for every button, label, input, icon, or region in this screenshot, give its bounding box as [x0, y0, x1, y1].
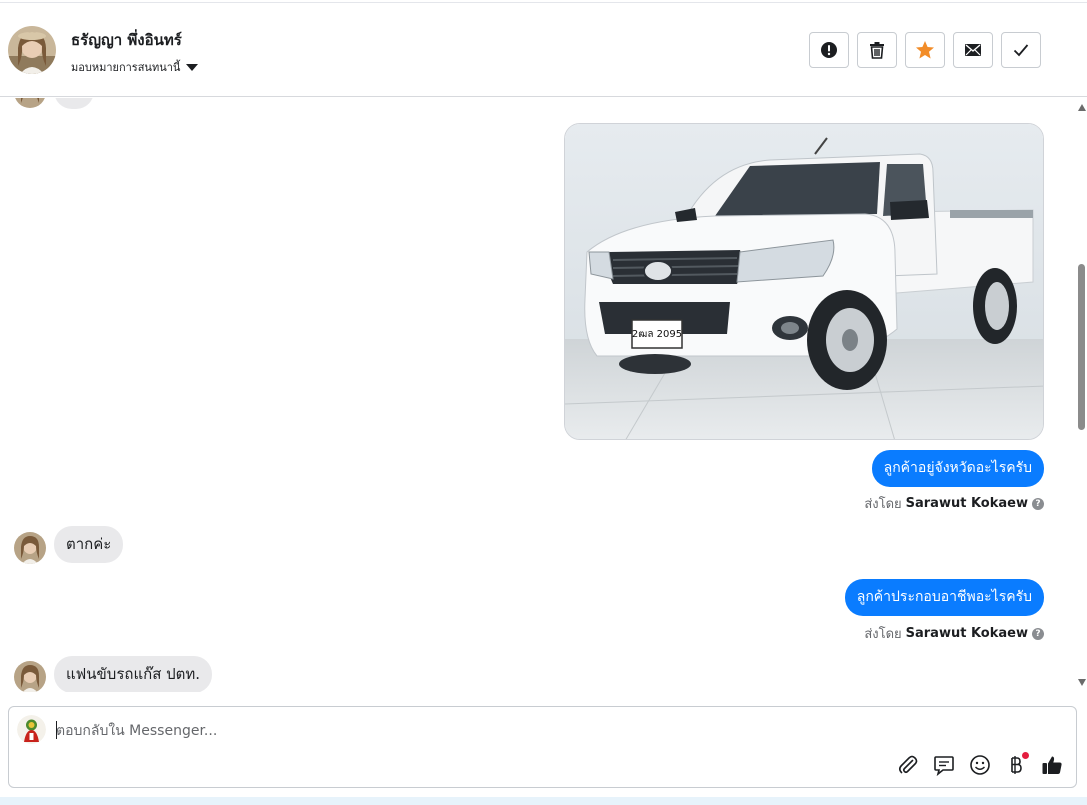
contact-name[interactable]: ธรัญญา พึ่งอินทร์ — [71, 28, 182, 52]
sender-name: Sarawut Kokaew — [905, 496, 1028, 511]
payment-button[interactable] — [1004, 752, 1029, 777]
assign-label: มอบหมายการสนทนานี้ — [71, 61, 181, 74]
saved-reply-icon — [934, 756, 954, 776]
envelope-icon — [965, 44, 981, 56]
star-icon — [916, 41, 934, 59]
text-cursor — [56, 721, 57, 739]
sent-by-label: ส่งโดย Sarawut Kokaew ? — [864, 493, 1044, 514]
help-icon[interactable]: ? — [1032, 627, 1044, 640]
like-icon — [1042, 756, 1062, 774]
message-bubble-outgoing: ลูกค้าประกอบอาชีพอะไรครับ — [844, 579, 1044, 616]
delete-button[interactable] — [857, 32, 897, 68]
message-bubble-incoming: ตากค่ะ — [54, 526, 124, 563]
sent-by-label: ส่งโดย Sarawut Kokaew ? — [864, 623, 1044, 644]
contact-message-avatar — [14, 661, 46, 692]
scroll-down-arrow-icon[interactable] — [1078, 679, 1086, 686]
emoji-icon — [970, 755, 990, 775]
message-thread[interactable]: 2ฒล 2095 ลูกค้าอยู่จังหวัดอะไรครับ ส่งโด… — [0, 98, 1076, 692]
sent-by-prefix: ส่งโดย — [864, 497, 902, 512]
notification-dot — [1022, 752, 1029, 759]
assign-conversation-dropdown[interactable]: มอบหมายการสนทนานี้ — [71, 58, 199, 76]
contact-message-avatar — [14, 98, 46, 108]
top-border — [0, 0, 1087, 3]
contact-message-avatar — [14, 532, 46, 564]
help-icon[interactable]: ? — [1032, 497, 1044, 510]
spam-button[interactable] — [809, 32, 849, 68]
saved-reply-button[interactable] — [932, 753, 956, 777]
sender-name: Sarawut Kokaew — [905, 626, 1028, 641]
like-button[interactable] — [1040, 753, 1064, 777]
message-bubble-partial — [54, 98, 94, 109]
trash-icon — [870, 42, 884, 59]
emoji-button[interactable] — [968, 753, 992, 777]
attach-icon — [898, 755, 918, 774]
caret-down-icon — [186, 63, 199, 71]
scrollbar-thumb[interactable] — [1078, 264, 1085, 430]
mark-unread-button[interactable] — [953, 32, 993, 68]
reply-composer — [8, 706, 1077, 788]
check-icon — [1013, 44, 1029, 57]
contact-avatar[interactable] — [8, 26, 56, 74]
license-plate: 2ฒล 2095 — [632, 329, 682, 340]
thread-scrollbar[interactable] — [1076, 98, 1087, 692]
message-photo[interactable]: 2ฒล 2095 — [564, 123, 1044, 440]
message-bubble-outgoing: ลูกค้าอยู่จังหวัดอะไรครับ — [871, 450, 1044, 487]
message-bubble-incoming: แฟนขับรถแก๊ส ปตท. — [54, 656, 213, 692]
composer-tools — [896, 752, 1064, 777]
page-avatar — [17, 715, 46, 744]
bottom-strip — [0, 797, 1087, 805]
exclamation-icon — [821, 42, 837, 58]
attach-button[interactable] — [896, 753, 920, 777]
sent-by-prefix: ส่งโดย — [864, 627, 902, 642]
mark-done-button[interactable] — [1001, 32, 1041, 68]
scroll-up-arrow-icon[interactable] — [1078, 104, 1086, 111]
star-button[interactable] — [905, 32, 945, 68]
reply-input[interactable] — [56, 721, 856, 741]
conversation-header: ธรัญญา พึ่งอินทร์ มอบหมายการสนทนานี้ — [0, 4, 1087, 97]
header-actions — [809, 32, 1041, 68]
